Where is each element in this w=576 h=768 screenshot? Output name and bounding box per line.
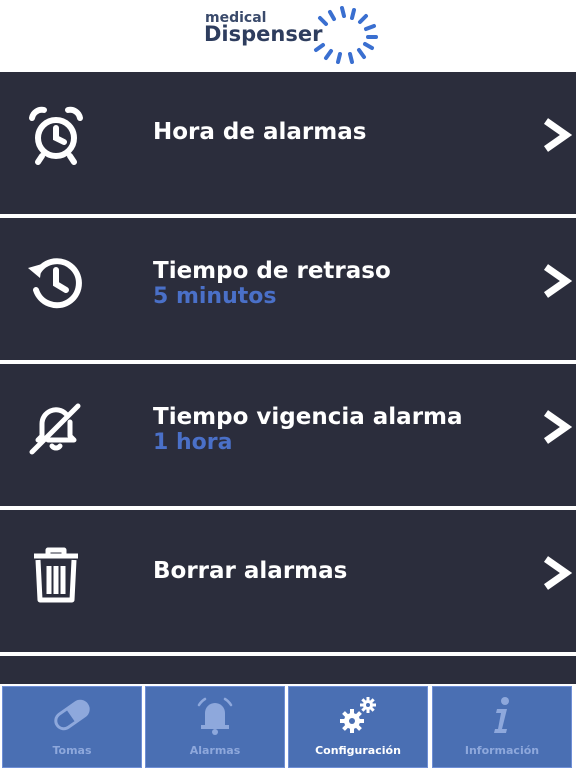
bottom-tab-bar: Tomas Alarmas Configuración Información [0,684,576,768]
tab-label: Configuración [315,744,401,757]
alarm-clock-icon [29,106,83,165]
tab-tomas[interactable]: Tomas [2,686,142,768]
menu-item-title: Borrar alarmas [153,558,348,584]
chevron-right-icon [543,410,572,444]
tab-informacion[interactable]: Información [432,686,572,768]
chevron-right-icon [543,264,572,298]
tab-configuracion[interactable]: Configuración [288,686,428,768]
app-header: medical Dispenser [0,0,576,72]
chevron-right-icon [543,118,572,152]
gears-icon [340,697,376,733]
chevron-right-icon [543,556,572,590]
history-clock-icon [28,258,82,309]
menu-item-title: Tiempo de retraso [153,258,391,284]
pill-icon [54,699,90,731]
medical-dispenser-logo: medical Dispenser [200,4,390,68]
menu-item-tiempo-vigencia[interactable]: Tiempo vigencia alarma 1 hora [0,364,576,506]
menu-item-borrar-alarmas[interactable]: Borrar alarmas [0,510,576,652]
menu-item-hora-alarmas[interactable]: Hora de alarmas [0,72,576,214]
tab-label: Alarmas [189,744,241,757]
menu-item-tiempo-retraso[interactable]: Tiempo de retraso 5 minutos [0,218,576,360]
divider [0,652,576,656]
tab-label: Tomas [52,744,92,757]
alarm-bell-icon [197,697,233,735]
tab-alarmas[interactable]: Alarmas [145,686,285,768]
logo-rays-icon [314,6,378,64]
menu-item-value: 1 hora [153,430,233,455]
info-icon [494,697,509,733]
trash-icon [34,547,78,603]
settings-menu: Hora de alarmas Tiempo de retraso 5 minu… [0,72,576,684]
bell-off-icon [29,403,81,455]
menu-item-value: 5 minutos [153,284,277,309]
menu-item-title: Tiempo vigencia alarma [153,404,463,430]
menu-item-title: Hora de alarmas [153,119,367,145]
tab-label: Información [464,744,540,757]
